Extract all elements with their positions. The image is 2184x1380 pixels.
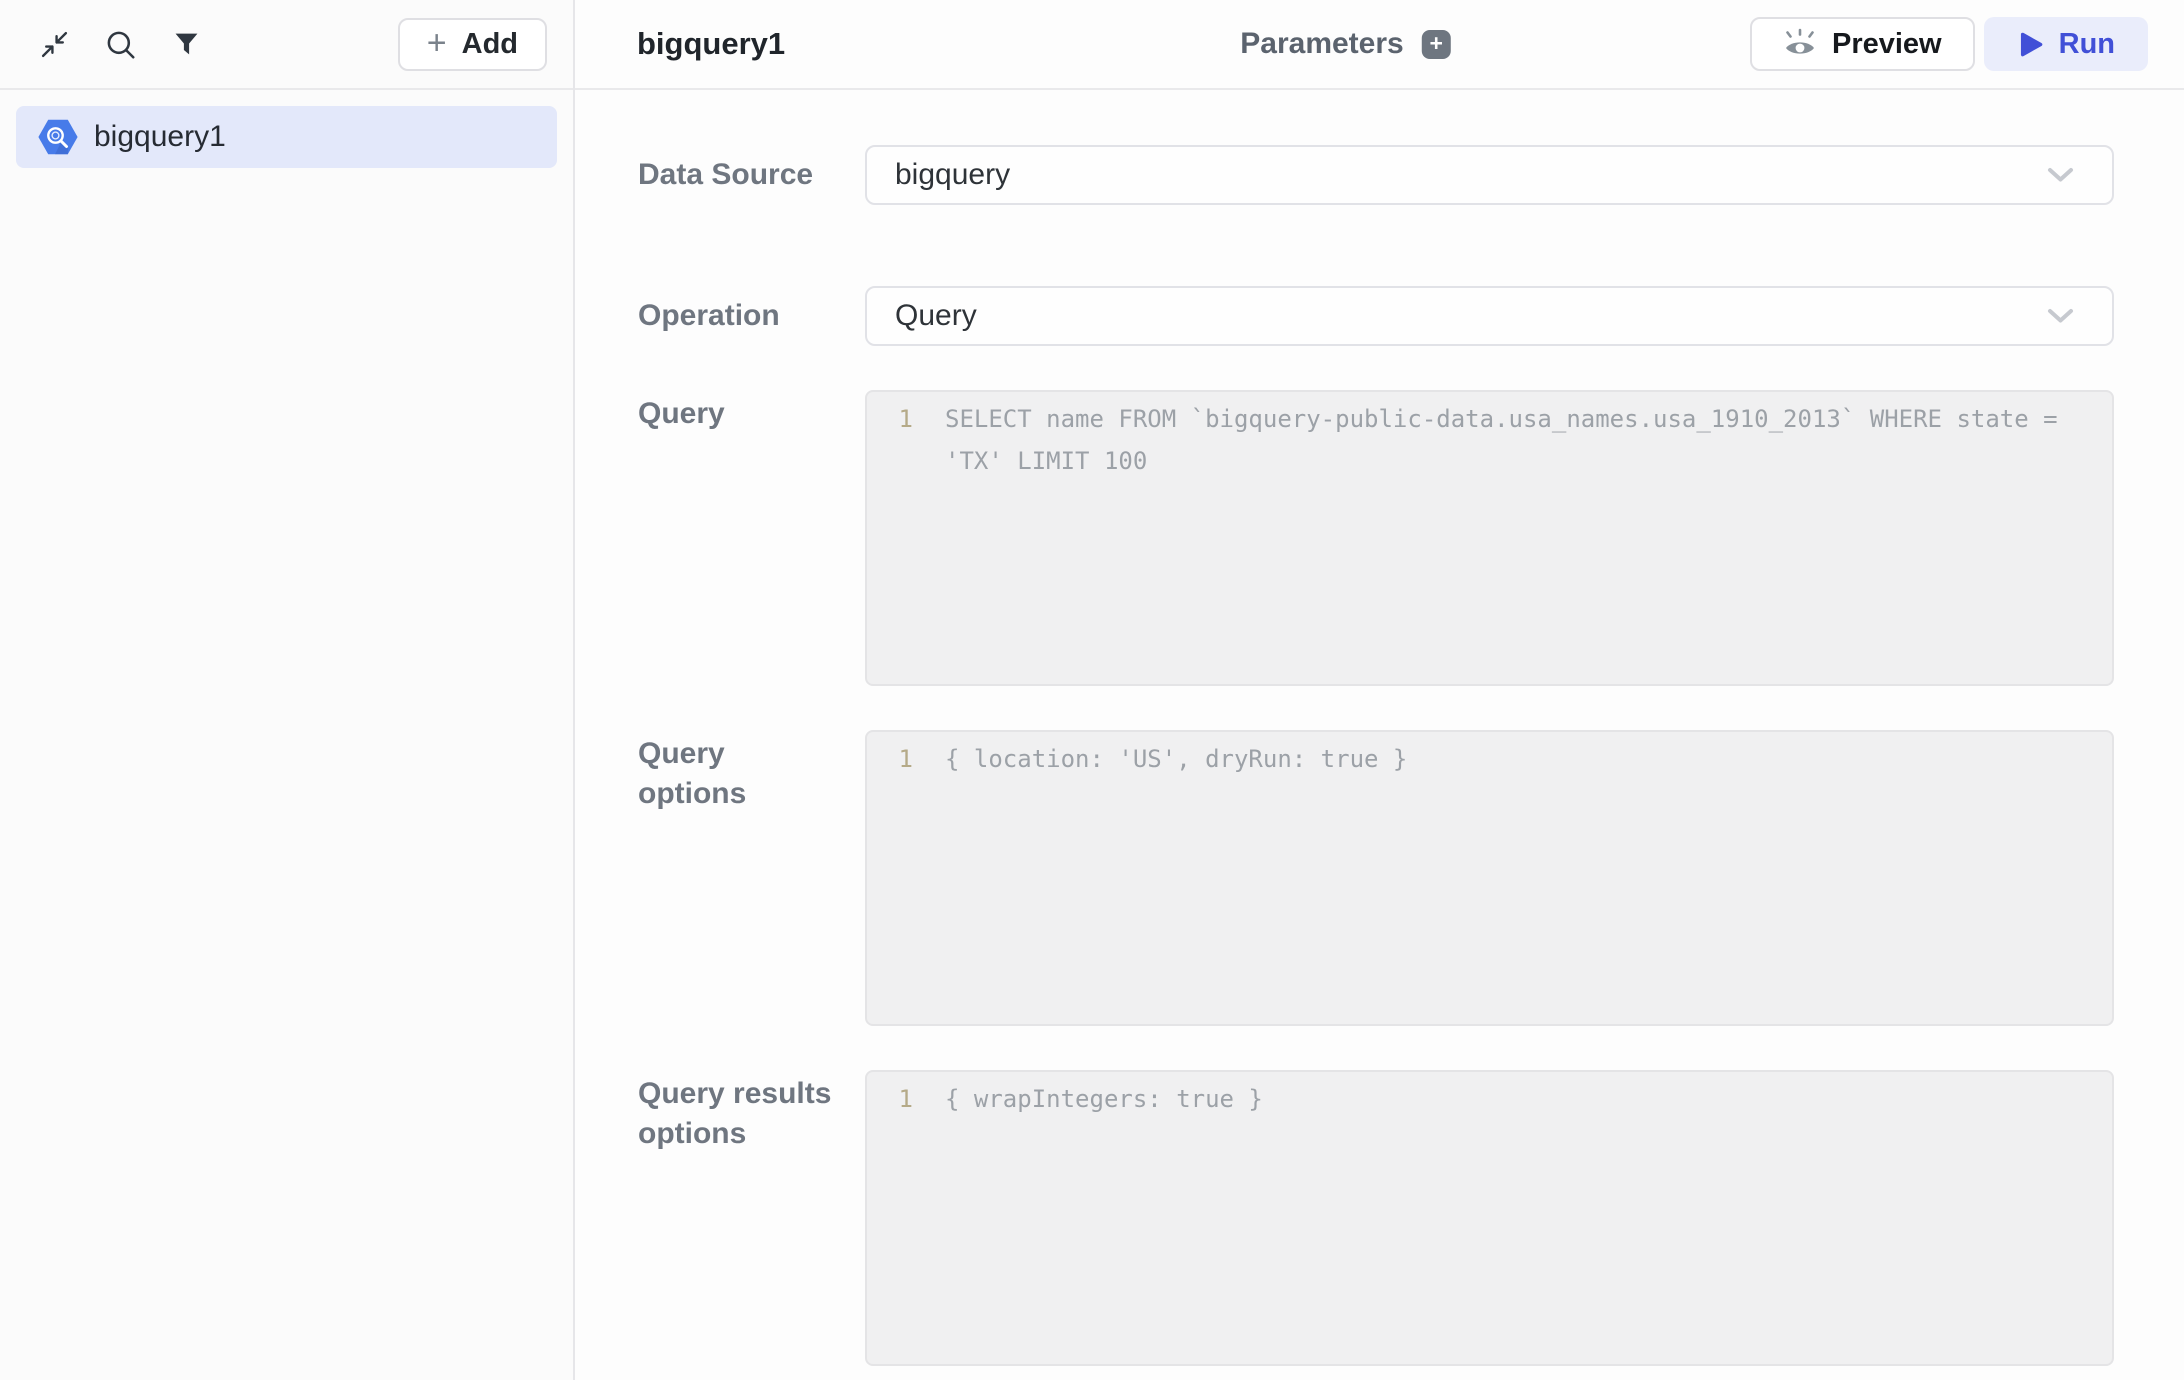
field-query: 1 SELECT name FROM `bigquery-public-data.…	[865, 390, 2114, 686]
query-form: Data SourcebigqueryOperationQueryQuery1S…	[575, 90, 2184, 1380]
filter-icon	[174, 32, 199, 57]
form-row-query-results-options: Query results options1 { wrapIntegers: tr…	[638, 1070, 2114, 1366]
form-row-query-options: Query options1 { location: 'US', dryRun: …	[638, 730, 2114, 1026]
preview-button-label: Preview	[1832, 28, 1942, 61]
query-code-editor[interactable]: 1 SELECT name FROM `bigquery-public-data.…	[865, 390, 2114, 686]
plus-icon: +	[1430, 32, 1443, 55]
parameters-group: Parameters +	[1240, 27, 1450, 61]
add-parameter-button[interactable]: +	[1422, 30, 1451, 59]
field-operation: Query	[865, 286, 2114, 346]
sidebar-item-label: bigquery1	[94, 120, 226, 154]
operation-select[interactable]: Query	[865, 286, 2114, 346]
chevron-down-icon	[2047, 308, 2074, 324]
field-query-options: 1 { location: 'US', dryRun: true }	[865, 730, 2114, 1026]
sidebar: + Add bigquery1	[0, 0, 575, 1380]
preview-button[interactable]: Preview	[1750, 17, 1975, 71]
query-list: bigquery1	[0, 90, 573, 184]
field-query-results-options: 1 { wrapIntegers: true }	[865, 1070, 2114, 1366]
query-options-placeholder-text: { location: 'US', dryRun: true }	[945, 738, 2112, 780]
app-root: + Add bigquery1 bigquery1 Parameters	[0, 0, 2184, 1380]
query-options-code-editor[interactable]: 1 { location: 'US', dryRun: true }	[865, 730, 2114, 1026]
collapse-icon	[40, 30, 69, 59]
chevron-down-icon	[2047, 167, 2074, 183]
add-button-label: Add	[462, 28, 518, 61]
form-row-operation: Operation Query	[638, 286, 2114, 346]
line-number: 1	[867, 398, 913, 440]
query-results-options-placeholder-text: { wrapIntegers: true }	[945, 1078, 2112, 1120]
plus-icon: +	[427, 29, 447, 57]
query-placeholder-text: SELECT name FROM `bigquery-public-data.u…	[945, 398, 2112, 482]
field-label-operation: Operation	[638, 296, 865, 336]
filter-button[interactable]	[170, 28, 202, 60]
collapse-panel-button[interactable]	[38, 28, 70, 60]
line-number: 1	[867, 738, 913, 780]
run-button-label: Run	[2059, 28, 2115, 61]
search-icon	[105, 29, 136, 60]
field-label-query-options: Query options	[638, 730, 865, 1026]
bigquery-icon	[38, 119, 78, 155]
chevron-down-icon	[2047, 167, 2074, 183]
run-button[interactable]: Run	[1984, 17, 2148, 71]
field-label-data-source: Data Source	[638, 155, 865, 195]
field-data-source: bigquery	[865, 145, 2114, 205]
field-label-query: Query	[638, 390, 865, 686]
sidebar-header: + Add	[0, 0, 573, 90]
eye-icon	[1783, 27, 1817, 61]
data-source-select[interactable]: bigquery	[865, 145, 2114, 205]
line-number: 1	[867, 1078, 913, 1120]
data-source-selected-value: bigquery	[895, 158, 2047, 192]
operation-selected-value: Query	[895, 299, 2047, 333]
form-row-data-source: Data Source bigquery	[638, 145, 2114, 205]
sidebar-item-bigquery1[interactable]: bigquery1	[16, 106, 557, 168]
play-icon	[2017, 31, 2044, 58]
form-row-query: Query1 SELECT name FROM `bigquery-public-…	[638, 390, 2114, 686]
main-header: bigquery1 Parameters +	[575, 0, 2184, 90]
query-results-options-code-editor[interactable]: 1 { wrapIntegers: true }	[865, 1070, 2114, 1366]
add-query-button[interactable]: + Add	[398, 18, 547, 71]
main-panel: bigquery1 Parameters +	[575, 0, 2184, 1380]
page-title: bigquery1	[637, 26, 785, 62]
header-actions: Preview Run	[1750, 17, 2148, 71]
search-button[interactable]	[104, 28, 136, 60]
chevron-down-icon	[2047, 308, 2074, 324]
field-label-query-results-options: Query results options	[638, 1070, 865, 1366]
parameters-label: Parameters	[1240, 27, 1403, 61]
